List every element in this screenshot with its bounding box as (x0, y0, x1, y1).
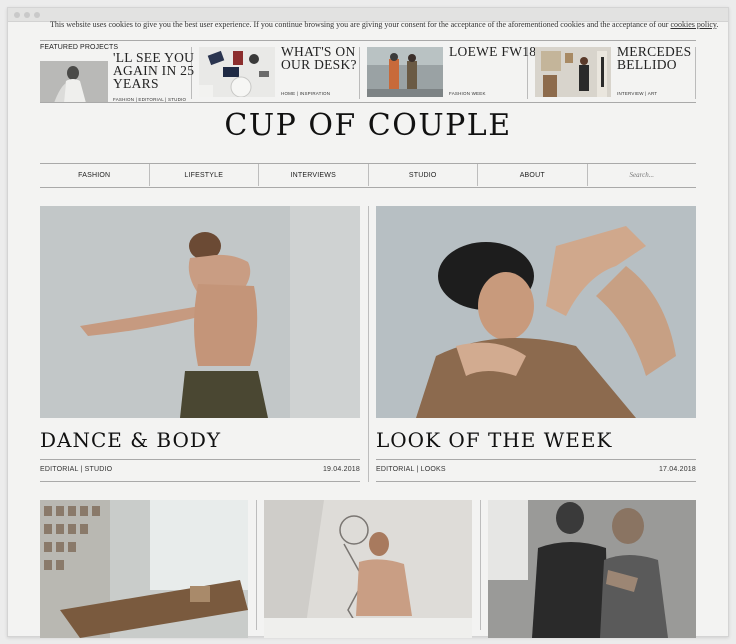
featured-tags: FASHION WEEK (449, 91, 486, 96)
article-divider (480, 500, 481, 630)
article-image[interactable] (40, 206, 360, 418)
article-meta: EDITORIAL | STUDIO 19.04.2018 (40, 459, 360, 473)
article-title[interactable]: LOOK OF THE WEEK (376, 428, 696, 456)
nav-bottom-rule (40, 187, 696, 188)
article-image[interactable] (376, 206, 696, 418)
featured-title: LOEWE FW18 (449, 45, 536, 58)
featured-item[interactable]: MERCEDES BELLIDO INTERVIEW | ART (535, 45, 696, 99)
featured-tags: INTERVIEW | ART (617, 91, 658, 96)
nav-item-about[interactable]: ABOUT (478, 164, 588, 186)
nav-item-studio[interactable]: STUDIO (369, 164, 478, 186)
featured-bottom-rule (40, 102, 696, 103)
featured-title: 'LL SEE YOU AGAIN IN 25 YEARS (113, 51, 194, 90)
article-bottom-rule (40, 481, 360, 482)
featured-title: MERCEDES BELLIDO (617, 45, 691, 71)
article-tags[interactable]: EDITORIAL | STUDIO (40, 466, 112, 473)
window-minimize-dot[interactable] (24, 12, 30, 18)
nav-item-interviews[interactable]: INTERVIEWS (259, 164, 369, 186)
article-tags[interactable]: EDITORIAL | LOOKS (376, 466, 446, 473)
cookies-policy-link[interactable]: cookies policy (670, 20, 716, 29)
article-card[interactable]: DANCE & BODY EDITORIAL | STUDIO 19.04.20… (40, 206, 360, 482)
site-logo[interactable]: CUP OF COUPLE (0, 108, 736, 143)
article-meta: EDITORIAL | LOOKS 17.04.2018 (376, 459, 696, 473)
featured-tags: HOME | INSPIRATION (281, 91, 331, 96)
featured-item[interactable]: WHAT'S ON OUR DESK? HOME | INSPIRATION (199, 45, 360, 99)
article-divider (368, 206, 369, 482)
featured-item[interactable]: LOEWE FW18 FASHION WEEK (367, 45, 536, 99)
nav-item-lifestyle[interactable]: LIFESTYLE (150, 164, 259, 186)
featured-thumbnail[interactable] (40, 61, 108, 103)
featured-thumbnail[interactable] (199, 47, 275, 97)
featured-title-line[interactable]: OUR DESK? (281, 58, 357, 71)
featured-title: WHAT'S ON OUR DESK? (281, 45, 357, 71)
featured-thumbnail[interactable] (535, 47, 611, 97)
article-image[interactable] (40, 500, 248, 638)
article-image[interactable] (264, 500, 472, 638)
featured-title-line[interactable]: YEARS (113, 77, 194, 90)
cookie-banner: This website uses cookies to give you th… (50, 20, 718, 29)
nav-item-fashion[interactable]: FASHION (40, 164, 150, 186)
cookie-text: This website uses cookies to give you th… (50, 20, 671, 29)
featured-item[interactable]: 'LL SEE YOU AGAIN IN 25 YEARS FASHION | … (40, 47, 194, 103)
cookie-text-end: . (716, 20, 719, 29)
article-divider (256, 500, 257, 630)
article-card[interactable]: LOOK OF THE WEEK EDITORIAL | LOOKS 17.04… (376, 206, 696, 482)
article-image[interactable] (488, 500, 696, 638)
featured-title-line[interactable]: BELLIDO (617, 58, 691, 71)
search-input[interactable]: Search... (588, 164, 697, 186)
article-date: 17.04.2018 (658, 466, 696, 473)
article-date: 19.04.2018 (322, 466, 360, 473)
main-nav: FASHION LIFESTYLE INTERVIEWS STUDIO ABOU… (40, 164, 696, 186)
featured-title-line[interactable]: LOEWE FW18 (449, 45, 536, 58)
article-bottom-rule (376, 481, 696, 482)
window-maximize-dot[interactable] (34, 12, 40, 18)
article-title[interactable]: DANCE & BODY (40, 428, 360, 456)
window-close-dot[interactable] (14, 12, 20, 18)
featured-thumbnail[interactable] (367, 47, 443, 97)
featured-projects: FEATURED PROJECTS 'LL SEE YOU AGAIN IN 2… (40, 41, 696, 103)
